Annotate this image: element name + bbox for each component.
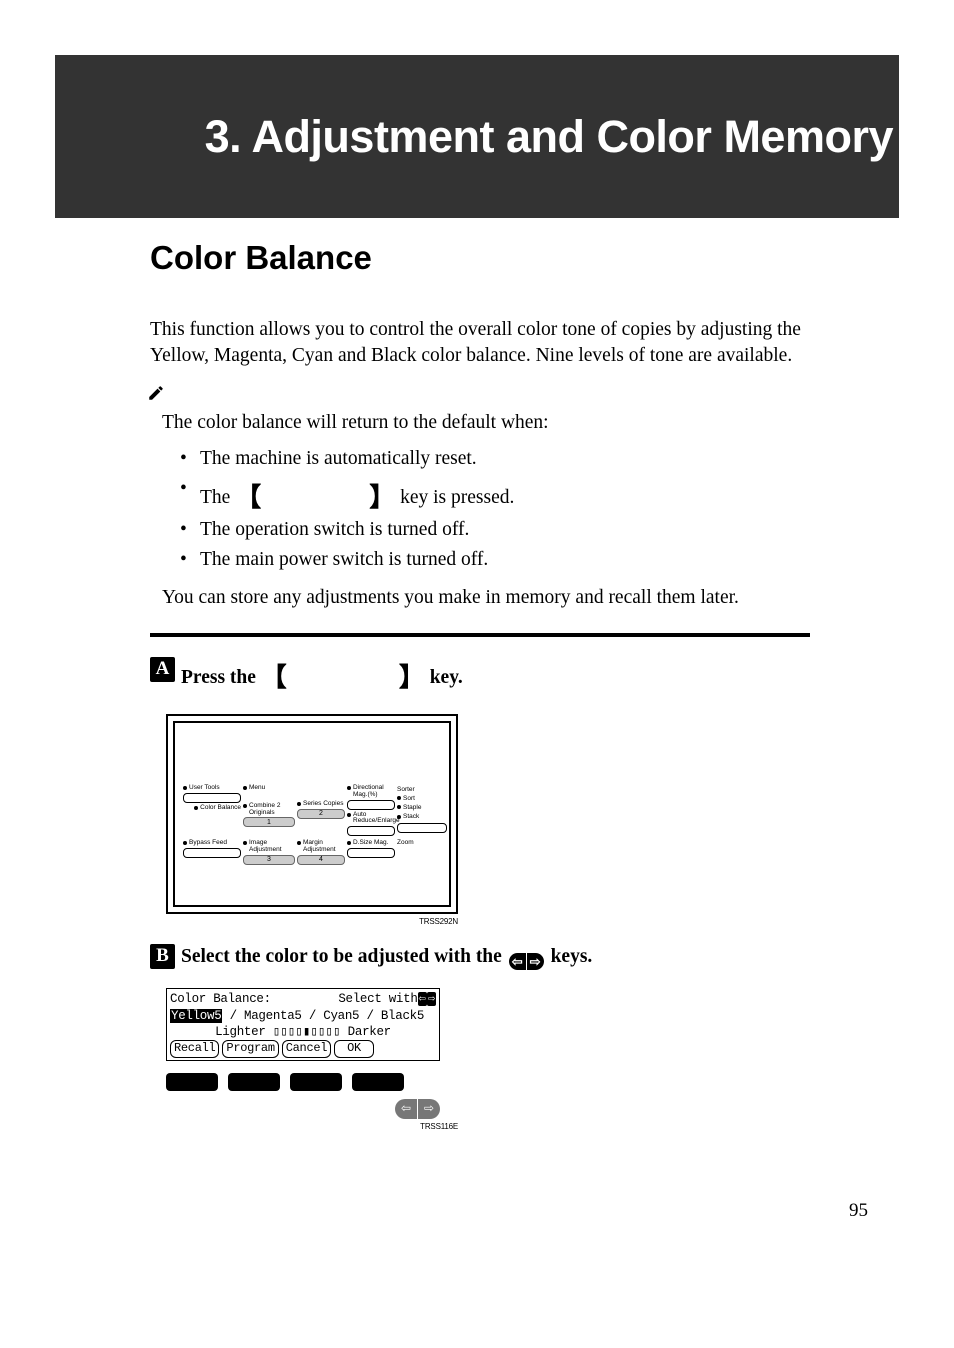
key-brackets: 【】 bbox=[235, 474, 395, 514]
intro-paragraph: This function allows you to control the … bbox=[150, 317, 810, 368]
step-text: Press the 【】 key. bbox=[181, 657, 463, 692]
softkey bbox=[228, 1073, 280, 1091]
panel-button bbox=[397, 823, 447, 833]
note-item: The operation switch is turned off. bbox=[180, 515, 810, 545]
lcd-title: Color Balance: bbox=[170, 991, 271, 1007]
lcd-program: Program bbox=[222, 1040, 278, 1058]
note-item: The 【】 key is pressed. bbox=[180, 474, 810, 514]
lcd-line2: Yellow5 / Magenta5 / Cyan5 / Black5 bbox=[170, 1008, 436, 1024]
panel-button bbox=[183, 848, 241, 858]
control-panel-figure: User Tools Color Balance Menu Combine 2 … bbox=[166, 714, 458, 926]
note-lead: The color balance will return to the def… bbox=[162, 410, 810, 436]
panel-numbutton: 3 bbox=[243, 855, 295, 865]
softkey bbox=[166, 1073, 218, 1091]
softkey bbox=[290, 1073, 342, 1091]
note-list: The machine is automatically reset. The … bbox=[180, 444, 810, 575]
chapter-title: 3. Adjustment and Color Memory bbox=[205, 112, 893, 162]
panel-button bbox=[347, 800, 395, 810]
section-title: Color Balance bbox=[150, 239, 810, 277]
panel-numbutton: 4 bbox=[297, 855, 345, 865]
note-item: The machine is automatically reset. bbox=[180, 444, 810, 474]
panel-numbutton: 1 bbox=[243, 817, 295, 827]
note-tail: You can store any adjustments you make i… bbox=[162, 585, 810, 611]
step-number-icon: B bbox=[150, 944, 175, 969]
physical-softkeys: ⇦ ⇨ bbox=[166, 1073, 440, 1119]
panel-button bbox=[347, 826, 395, 836]
lcd-line3: Lighter ▯▯▯▯▮▯▯▯▯ Darker bbox=[170, 1024, 436, 1040]
lcd-ok: OK bbox=[334, 1040, 374, 1058]
lcd-hint: Select with⇦⇨ bbox=[338, 991, 436, 1007]
arrow-keys-icon: ⇦⇨ bbox=[509, 953, 544, 970]
step-text: Select the color to be adjusted with the… bbox=[181, 944, 592, 970]
panel-button bbox=[347, 848, 395, 858]
lcd-recall: Recall bbox=[170, 1040, 219, 1058]
divider bbox=[150, 633, 810, 637]
step-2: B Select the color to be adjusted with t… bbox=[150, 944, 810, 970]
step-number-icon: A bbox=[150, 657, 175, 682]
key-brackets: 【】 bbox=[261, 657, 425, 692]
figure-code: TRSS292N bbox=[166, 917, 458, 926]
lcd-figure: Color Balance: Select with⇦⇨ Yellow5 / M… bbox=[166, 988, 440, 1060]
page-number: 95 bbox=[849, 1200, 868, 1222]
chapter-header: 3. Adjustment and Color Memory bbox=[55, 55, 899, 218]
lcd-cancel: Cancel bbox=[282, 1040, 331, 1058]
note-icon bbox=[147, 384, 810, 402]
figure-code: TRSS116E bbox=[166, 1122, 458, 1131]
step-1: A Press the 【】 key. bbox=[150, 657, 810, 692]
arrow-right-button: ⇨ bbox=[418, 1099, 440, 1119]
softkey bbox=[352, 1073, 404, 1091]
lcd-softkeys: Recall Program Cancel OK bbox=[170, 1040, 436, 1058]
panel-button bbox=[183, 793, 241, 803]
panel-numbutton: 2 bbox=[297, 809, 345, 819]
note-item: The main power switch is turned off. bbox=[180, 545, 810, 575]
arrow-left-button: ⇦ bbox=[395, 1099, 417, 1119]
